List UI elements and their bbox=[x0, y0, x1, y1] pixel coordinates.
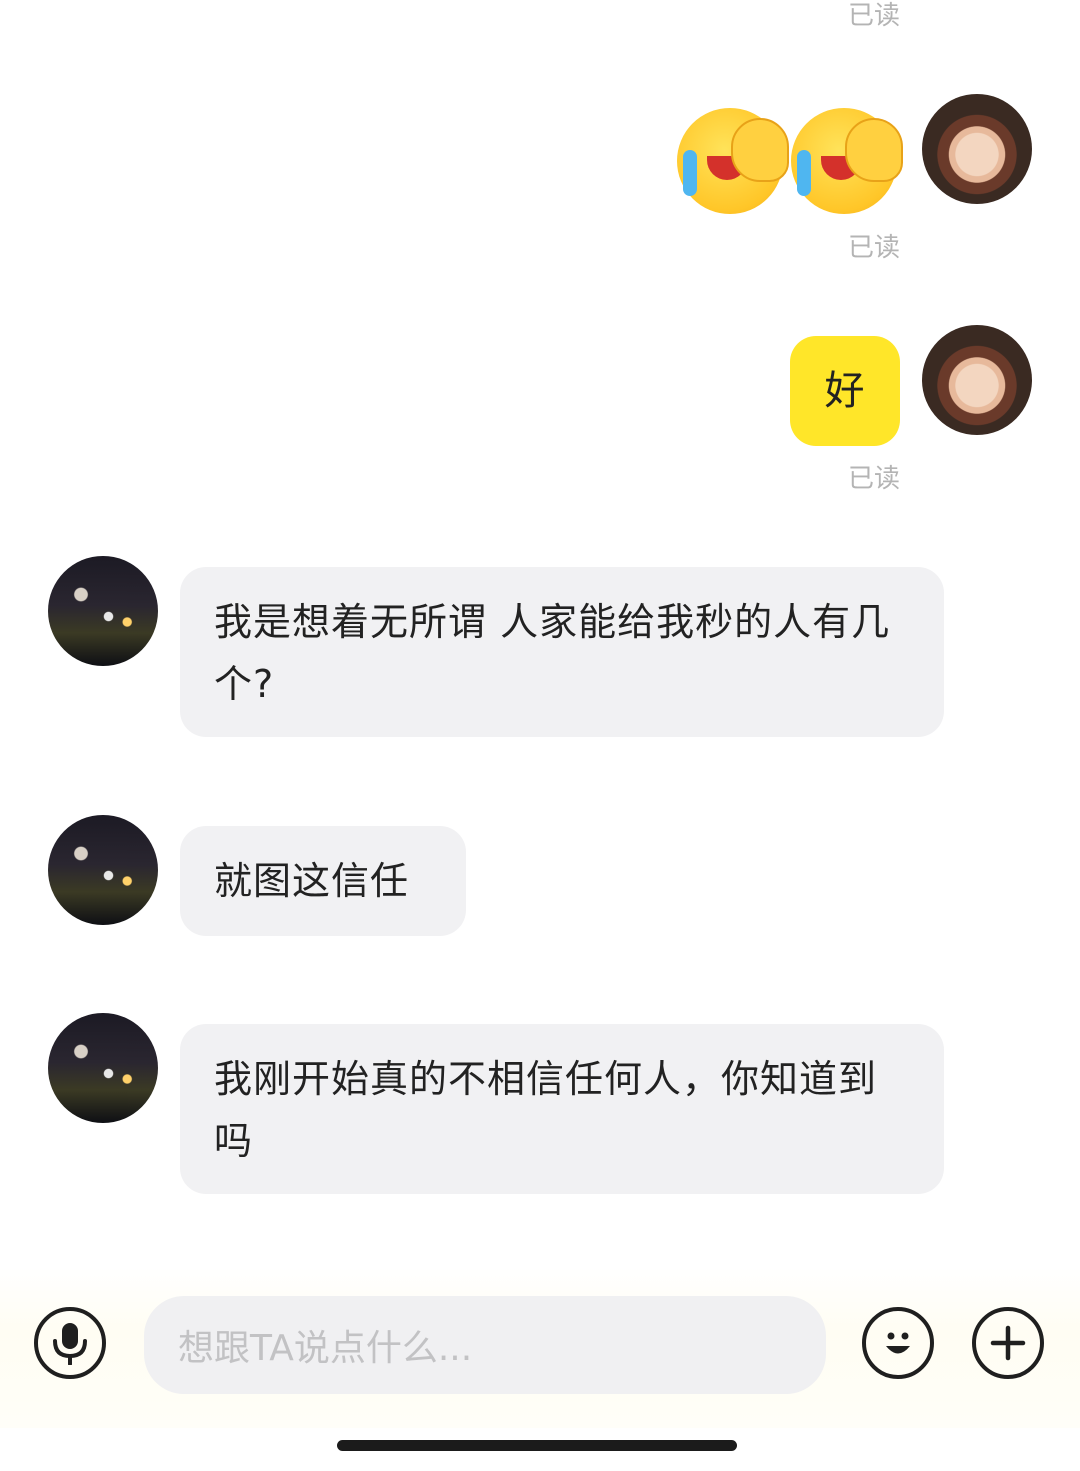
contact-avatar[interactable] bbox=[48, 1013, 158, 1123]
self-avatar[interactable] bbox=[922, 94, 1032, 204]
add-button[interactable] bbox=[972, 1307, 1044, 1379]
read-receipt: 已读 bbox=[847, 233, 900, 263]
contact-avatar[interactable] bbox=[48, 556, 158, 666]
emoji-message[interactable] bbox=[677, 108, 903, 214]
contact-message-bubble[interactable]: 就图这信任 bbox=[180, 826, 466, 936]
microphone-icon bbox=[53, 1323, 87, 1365]
message-input-bar: 想跟TA说点什么... bbox=[0, 1268, 1080, 1428]
home-indicator[interactable] bbox=[337, 1440, 737, 1451]
self-message-bubble[interactable]: 好 bbox=[790, 336, 900, 446]
chat-screen: 已读 已读 好 已读 我是想着无所谓 人家能给我秒的人有几个? 就图这信任 我刚… bbox=[0, 0, 1080, 1471]
contact-message-bubble[interactable]: 我刚开始真的不相信任何人，你知道到吗 bbox=[180, 1024, 944, 1194]
read-receipt: 已读 bbox=[847, 464, 900, 494]
message-input[interactable]: 想跟TA说点什么... bbox=[144, 1296, 826, 1394]
smiley-face-icon bbox=[886, 1332, 910, 1354]
contact-avatar[interactable] bbox=[48, 815, 158, 925]
plus-icon bbox=[990, 1325, 1026, 1361]
loudly-crying-face-icon bbox=[791, 108, 903, 214]
self-avatar[interactable] bbox=[922, 325, 1032, 435]
read-receipt: 已读 bbox=[847, 1, 900, 31]
loudly-crying-face-icon bbox=[677, 108, 789, 214]
voice-button[interactable] bbox=[34, 1307, 106, 1379]
contact-message-bubble[interactable]: 我是想着无所谓 人家能给我秒的人有几个? bbox=[180, 567, 944, 737]
emoji-button[interactable] bbox=[862, 1307, 934, 1379]
